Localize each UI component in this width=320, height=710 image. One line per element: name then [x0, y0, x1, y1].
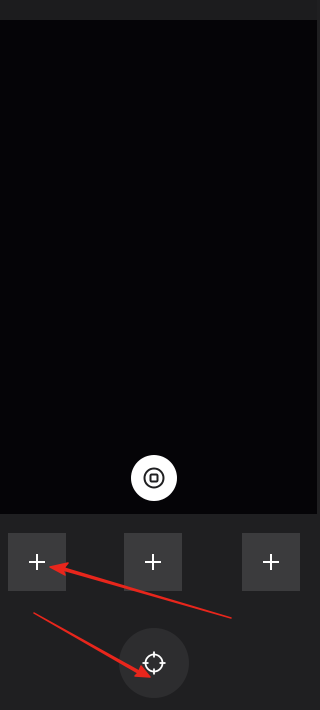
- record-stop-icon: [143, 467, 165, 489]
- crosshair-icon: [142, 651, 166, 675]
- add-slot-button-3[interactable]: [242, 533, 300, 591]
- plus-icon: [29, 554, 45, 570]
- add-slot-button-1[interactable]: [8, 533, 66, 591]
- locate-button[interactable]: [119, 628, 189, 698]
- add-slot-button-2[interactable]: [124, 533, 182, 591]
- plus-icon: [263, 554, 279, 570]
- plus-icon: [145, 554, 161, 570]
- camera-viewfinder: [0, 20, 317, 514]
- camera-screen: [0, 0, 317, 710]
- status-bar: [0, 0, 317, 20]
- shutter-button[interactable]: [131, 455, 177, 501]
